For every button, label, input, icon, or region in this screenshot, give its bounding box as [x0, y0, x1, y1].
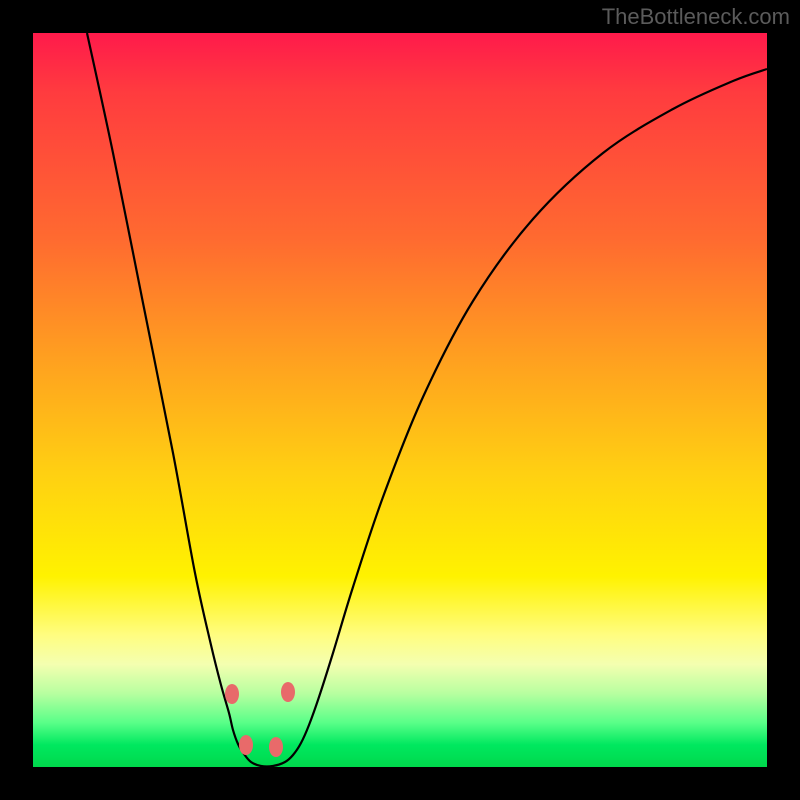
plot-area	[33, 33, 767, 767]
curve-markers	[225, 682, 295, 757]
outer-frame: TheBottleneck.com	[0, 0, 800, 800]
curve-marker-0	[225, 684, 239, 704]
bottleneck-curve	[87, 33, 767, 767]
curve-layer	[33, 33, 767, 767]
watermark-text: TheBottleneck.com	[602, 4, 790, 30]
curve-marker-1	[239, 735, 253, 755]
curve-marker-3	[281, 682, 295, 702]
curve-marker-2	[269, 737, 283, 757]
